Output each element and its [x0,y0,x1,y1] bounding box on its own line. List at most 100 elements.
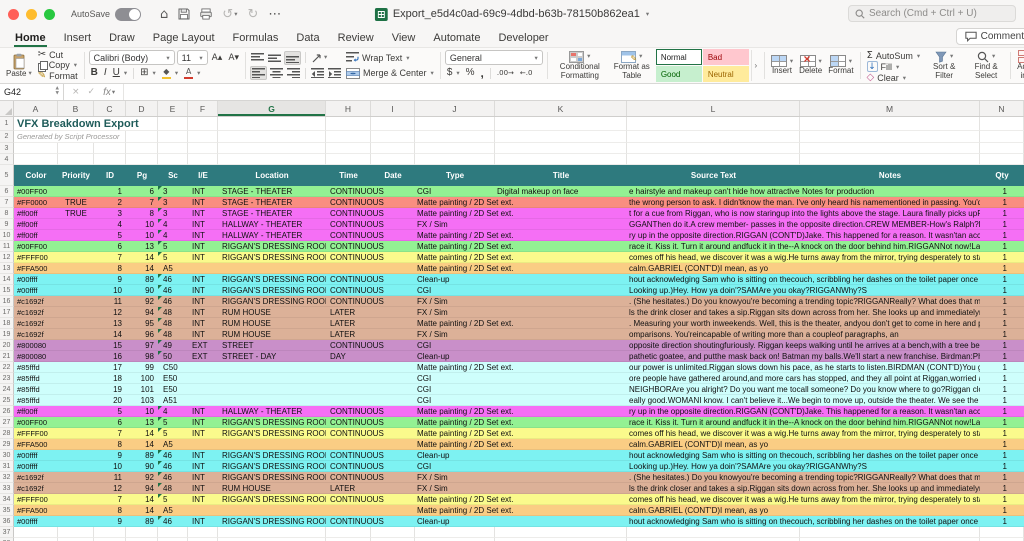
cell-qty[interactable]: 1 [980,351,1024,362]
cell-priority[interactable] [58,285,94,296]
cell-location[interactable]: RUM HOUSE [218,318,326,329]
align-center-button[interactable] [269,67,284,79]
cell-qty[interactable]: 1 [980,296,1024,307]
cell-sc[interactable]: 4 [158,406,188,417]
cell-qty[interactable]: 1 [980,252,1024,263]
italic-button[interactable]: I [102,66,109,81]
cell-type[interactable]: FX / Sim [415,296,495,307]
cell[interactable] [58,154,94,165]
cell-style-good[interactable]: Good [655,66,702,82]
column-header-H[interactable]: H [326,101,371,116]
cell[interactable] [94,527,126,538]
cell-source[interactable]: ls the drink closer and takes a sip.Rigg… [627,483,980,494]
cell-sc[interactable]: 5 [158,417,188,428]
row-header-6[interactable]: 6 [0,186,14,197]
cell-pg[interactable]: 14 [126,252,158,263]
cell-location[interactable] [218,362,326,373]
cell-type[interactable]: Matte painting / 2D Set ext. [415,428,514,439]
column-header-G[interactable]: G [218,101,326,116]
cell-time[interactable] [326,373,415,384]
cell-pg[interactable]: 89 [126,450,158,461]
cell-ie[interactable] [188,505,218,516]
cell-priority[interactable] [58,252,94,263]
table-header-title[interactable]: Title [495,165,627,186]
redo-button[interactable]: ↻ [247,8,258,21]
cell-color[interactable]: #ff00ff [14,208,58,219]
column-header-M[interactable]: M [800,101,980,116]
cell-time[interactable]: CONTINUOUS [326,428,415,439]
cell-ie[interactable] [188,263,218,274]
cell-ie[interactable]: INT [188,329,218,340]
cell-pg[interactable]: 97 [126,340,158,351]
cell-title[interactable]: Digital makeup on face [495,186,627,197]
cell-title[interactable] [495,472,627,483]
cell-source[interactable]: comes off his head, we discover it was a… [627,494,980,505]
cell-id[interactable]: 15 [94,340,126,351]
column-header-E[interactable]: E [158,101,188,116]
cell-sc[interactable]: 48 [158,307,188,318]
cell-location[interactable]: RIGGAN'S DRESSING ROOM - THEATER [218,417,326,428]
cell[interactable] [371,527,415,538]
cell-priority[interactable] [58,186,94,197]
comma-style-button[interactable]: , [479,66,486,81]
cell-type[interactable]: Matte painting / 2D Set ext. [415,252,514,263]
cell-id[interactable]: 17 [94,362,126,373]
cell[interactable] [126,154,158,165]
document-title-menu[interactable]: Export_e5d4c0ad-69c9-4dbd-b63b-78150b862… [374,7,649,21]
row-header-2[interactable]: 2 [0,131,14,143]
column-header-D[interactable]: D [126,101,158,116]
cell[interactable] [627,527,800,538]
row-header-36[interactable]: 36 [0,516,14,527]
cell-notes[interactable]: Notes for production [800,186,980,197]
cell[interactable] [188,154,218,165]
cell-ie[interactable] [188,384,218,395]
cell-title[interactable] [495,329,627,340]
cell-pg[interactable]: 89 [126,516,158,527]
cell[interactable] [326,527,371,538]
cell-id[interactable]: 8 [94,263,126,274]
cell-color[interactable]: #800080 [14,340,58,351]
clear-button[interactable]: ◇ Clear ▾ [865,72,923,83]
cell[interactable] [126,131,158,143]
cell-time[interactable]: CONTINUOUS [326,472,415,483]
row-header-17[interactable]: 17 [0,307,14,318]
cell-source[interactable]: ore people have gathered around,and more… [627,373,980,384]
cell-pg[interactable]: 8 [126,208,158,219]
cell-color[interactable]: #00FF00 [14,241,58,252]
cell-priority[interactable] [58,483,94,494]
cell-pg[interactable]: 89 [126,274,158,285]
cell-ie[interactable]: INT [188,318,218,329]
minimize-window-button[interactable] [26,8,37,20]
cell[interactable] [158,131,188,143]
cell-color[interactable]: #c1692f [14,296,58,307]
cell-time[interactable]: CONTINUOUS [326,252,415,263]
cell-sc[interactable]: 5 [158,428,188,439]
row-header-23[interactable]: 23 [0,373,14,384]
cell-id[interactable]: 5 [94,406,126,417]
cell-type[interactable]: CGI [415,285,495,296]
cell-qty[interactable]: 1 [980,428,1024,439]
cell-location[interactable] [218,439,326,450]
cell-source[interactable]: . Measuring your worth inweekends. Well,… [627,318,980,329]
cell[interactable] [218,117,326,131]
cell-location[interactable]: HALLWAY - THEATER [218,219,326,230]
cell-id[interactable]: 10 [94,285,126,296]
cell-priority[interactable] [58,505,94,516]
cell-sc[interactable]: C50 [158,362,188,373]
cell-priority[interactable]: TRUE [58,208,94,219]
tab-draw[interactable]: Draw [100,28,144,47]
shrink-font-button[interactable]: A▾ [226,50,241,65]
cell-qty[interactable]: 1 [980,318,1024,329]
cell[interactable] [218,154,326,165]
cell-qty[interactable]: 1 [980,494,1024,505]
table-header-source-text[interactable]: Source Text [627,165,800,186]
cell-source[interactable]: t for a cue from Riggan, who is now star… [627,208,980,219]
cell-source[interactable]: race it. Kiss it. Turn it around andfuck… [627,241,980,252]
row-header-5[interactable]: 5 [0,165,14,186]
cell-pg[interactable]: 96 [126,329,158,340]
cell-title[interactable] [495,274,627,285]
tab-insert[interactable]: Insert [55,28,101,47]
cell-id[interactable]: 11 [94,472,126,483]
cell-ie[interactable]: INT [188,186,218,197]
row-header-21[interactable]: 21 [0,351,14,362]
